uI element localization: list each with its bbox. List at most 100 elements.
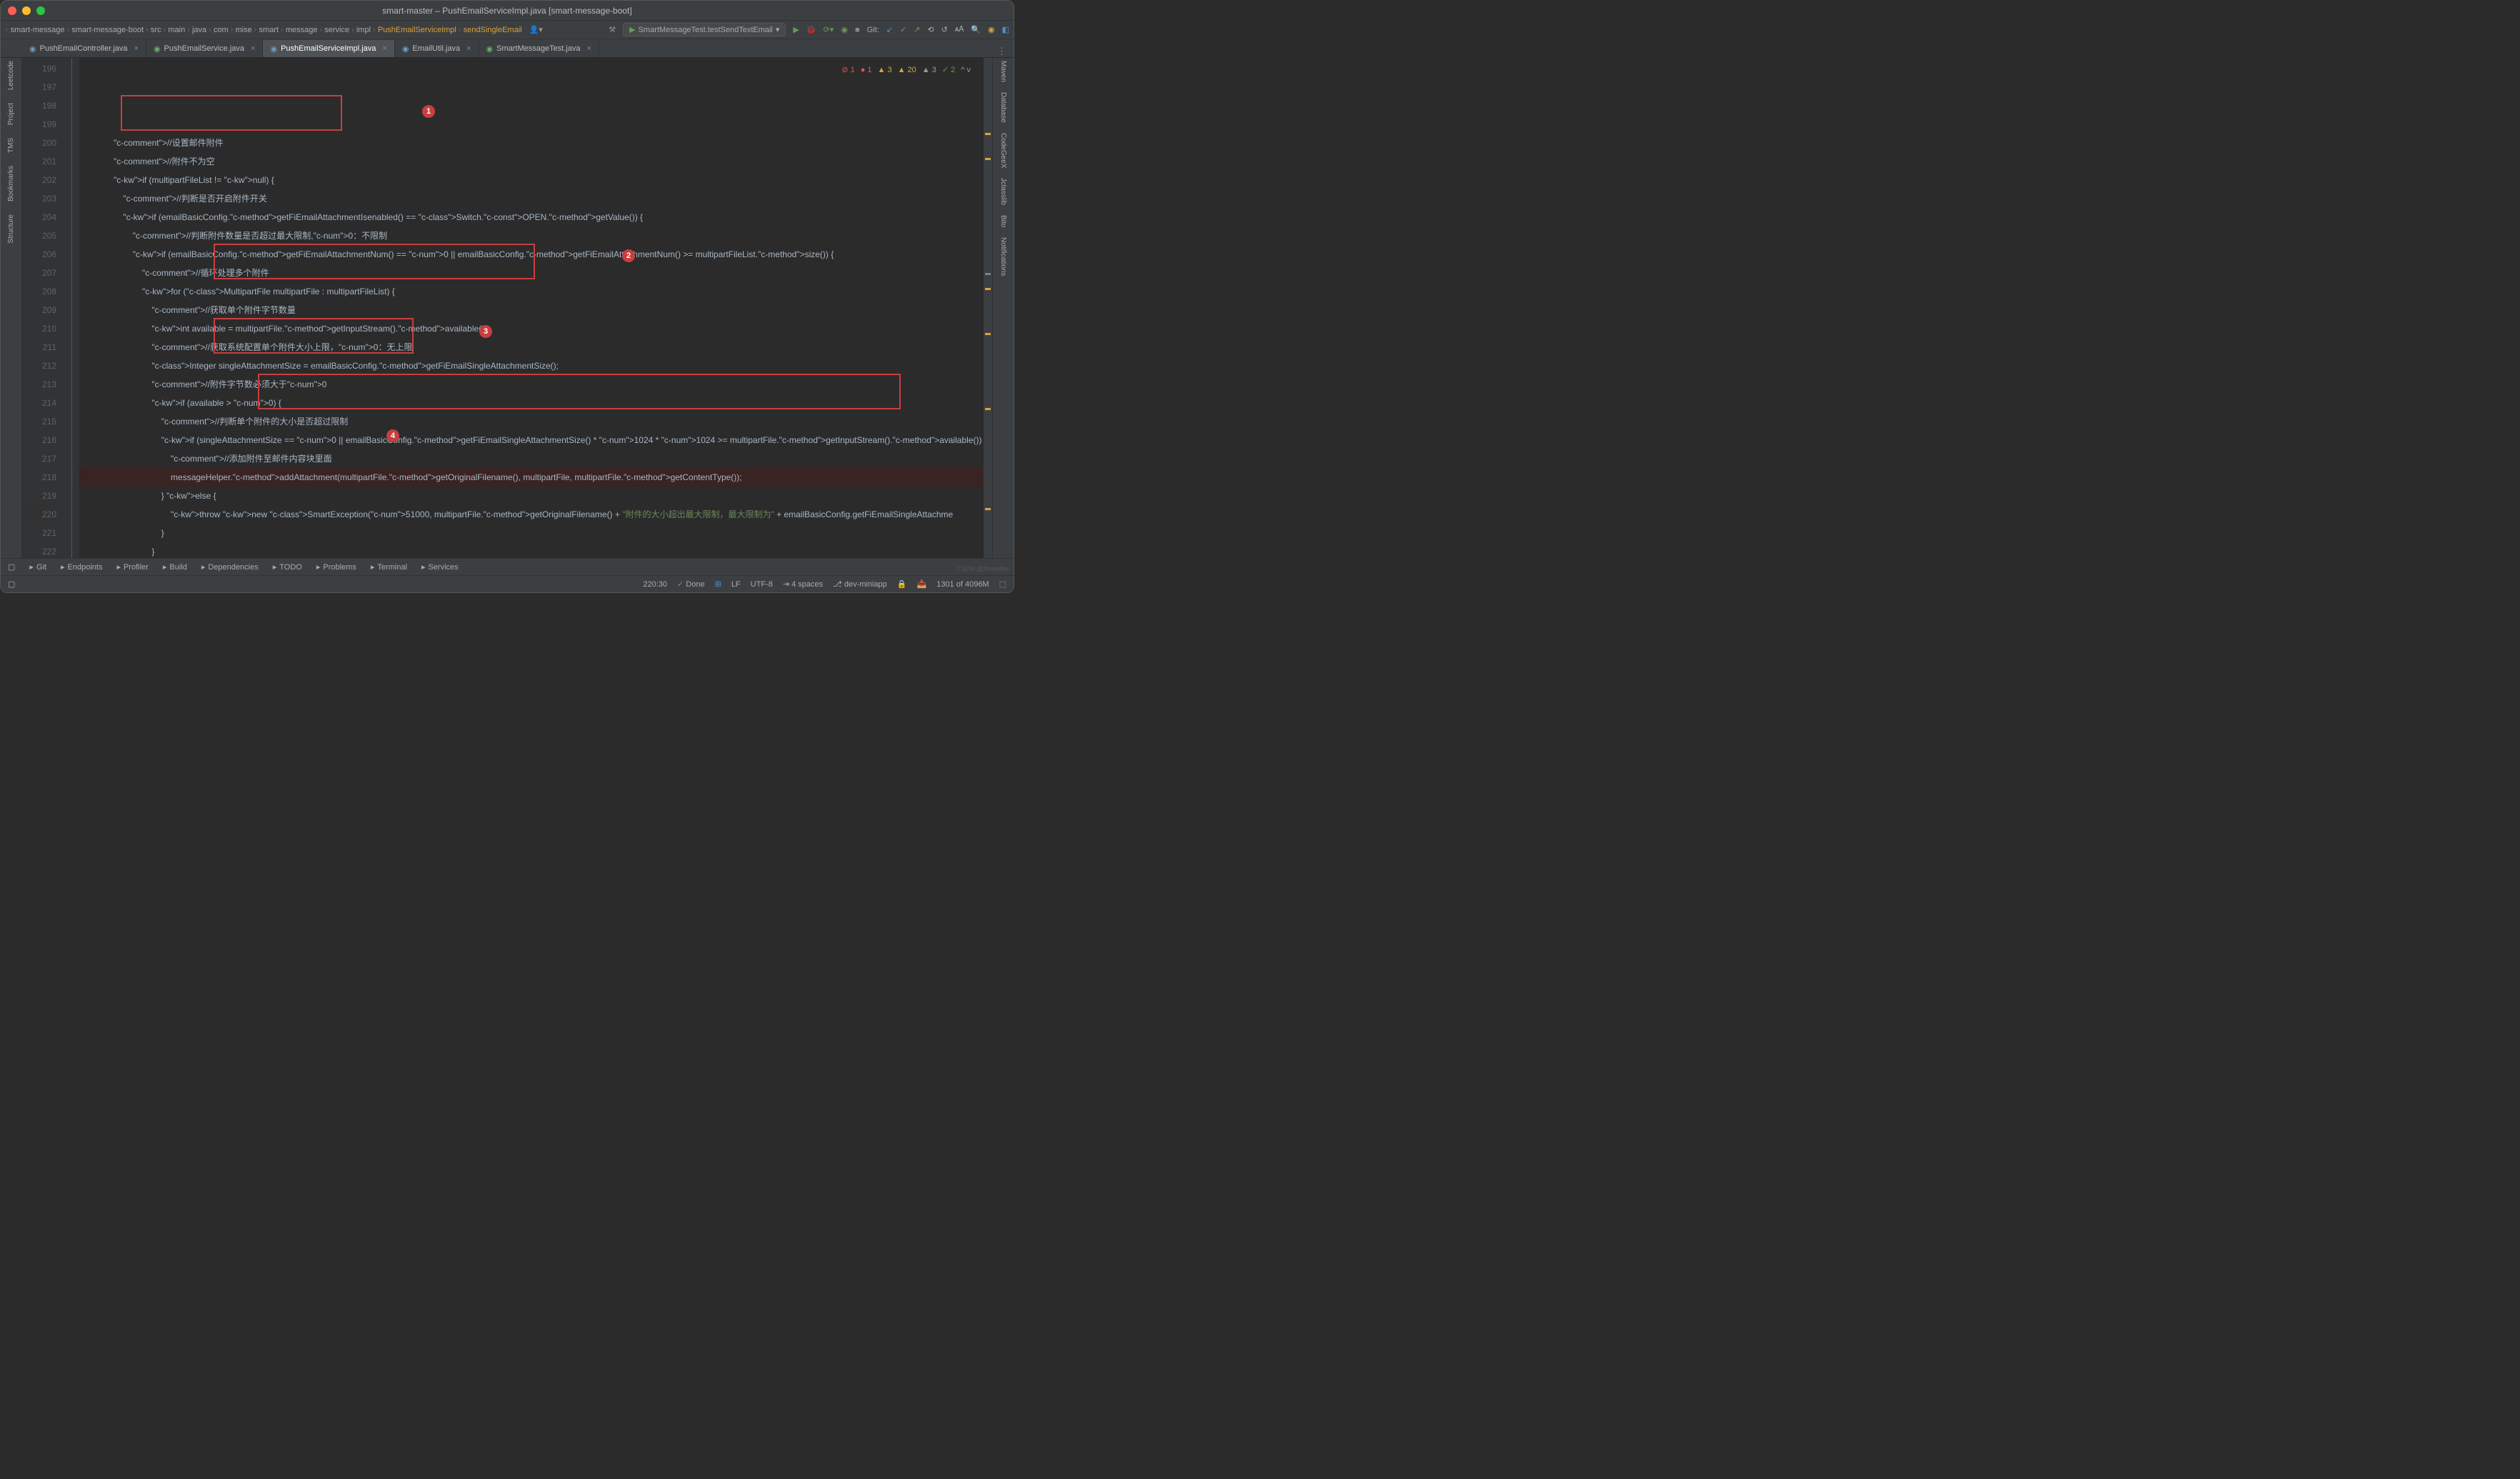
line-number[interactable]: 196 bbox=[22, 59, 56, 78]
code-line[interactable]: messageHelper."c-method">addAttachment(m… bbox=[79, 468, 992, 487]
tool-tms[interactable]: TMS bbox=[7, 138, 15, 153]
code-area[interactable]: ⊘ 1 ● 1 ▲ 3 ▲ 20 ▲ 3 ✓ 2 ^ v "c-comment"… bbox=[79, 58, 992, 558]
line-number[interactable]: 199 bbox=[22, 115, 56, 134]
close-window[interactable] bbox=[8, 6, 16, 15]
code-line[interactable]: } bbox=[79, 542, 992, 558]
tool-profiler[interactable]: ▸Profiler bbox=[116, 562, 148, 572]
line-number[interactable]: 218 bbox=[22, 468, 56, 487]
spacer-icon[interactable]: ⬚ bbox=[999, 579, 1006, 589]
code-line[interactable]: "c-comment">//获取单个附件字节数量 bbox=[79, 301, 992, 319]
breadcrumb-item[interactable]: smart bbox=[259, 26, 279, 34]
coverage-icon[interactable]: ⟳▾ bbox=[824, 25, 834, 34]
code-line[interactable]: } "c-kw">else { bbox=[79, 487, 992, 505]
hammer-icon[interactable]: ⚒ bbox=[609, 25, 616, 34]
line-number[interactable]: 202 bbox=[22, 171, 56, 189]
code-line[interactable]: "c-kw">if (available > "c-num">0) { bbox=[79, 394, 992, 412]
encoding[interactable]: UTF-8 bbox=[751, 580, 773, 589]
fold-gutter[interactable] bbox=[65, 58, 79, 558]
tool-database[interactable]: Database bbox=[999, 92, 1007, 123]
code-line[interactable]: "c-comment">//设置邮件附件 bbox=[79, 134, 992, 152]
line-number[interactable]: 208 bbox=[22, 282, 56, 301]
line-number[interactable]: 210 bbox=[22, 319, 56, 338]
profile-icon[interactable]: ◉ bbox=[841, 25, 848, 34]
tool-dependencies[interactable]: ▸Dependencies bbox=[201, 562, 259, 572]
line-number[interactable]: 222 bbox=[22, 542, 56, 558]
breadcrumb-item[interactable]: java bbox=[192, 26, 206, 34]
line-number[interactable]: 200 bbox=[22, 134, 56, 152]
line-number[interactable]: 215 bbox=[22, 412, 56, 431]
tool-build[interactable]: ▸Build bbox=[163, 562, 187, 572]
line-gutter[interactable]: 1961971981992002012022032042052062072082… bbox=[22, 58, 65, 558]
breadcrumb-item[interactable]: smart-message-boot bbox=[71, 26, 144, 34]
tool-problems[interactable]: ▸Problems bbox=[316, 562, 356, 572]
breadcrumb-item[interactable]: smart-message bbox=[11, 26, 65, 34]
commit-icon[interactable]: ✓ bbox=[900, 25, 906, 34]
caret-position[interactable]: 220:30 bbox=[643, 580, 667, 589]
code-line[interactable]: "c-comment">//判断附件数量是否超过最大限制,"c-num">0：不… bbox=[79, 226, 992, 245]
ms-icon[interactable]: ⊞ bbox=[715, 579, 721, 589]
line-sep[interactable]: LF bbox=[731, 580, 741, 589]
history-icon[interactable]: ⟲ bbox=[927, 25, 934, 34]
update-icon[interactable]: ↙ bbox=[886, 25, 893, 34]
tool-todo[interactable]: ▸TODO bbox=[273, 562, 302, 572]
code-line[interactable]: "c-comment">//获取系统配置单个附件大小上限，"c-num">0：无… bbox=[79, 338, 992, 357]
breadcrumb-item[interactable]: PushEmailServiceImpl bbox=[378, 26, 456, 34]
tool-git[interactable]: ▸Git bbox=[29, 562, 46, 572]
breadcrumb-item[interactable]: src bbox=[151, 26, 161, 34]
indent[interactable]: ⇥ 4 spaces bbox=[783, 579, 823, 589]
code-line[interactable]: "c-kw">int available = multipartFile."c-… bbox=[79, 319, 992, 338]
line-number[interactable]: 221 bbox=[22, 524, 56, 542]
tool-services[interactable]: ▸Services bbox=[421, 562, 459, 572]
editor-tab[interactable]: ◉PushEmailServiceImpl.java× bbox=[263, 40, 394, 57]
close-icon[interactable]: × bbox=[587, 44, 591, 53]
memory[interactable]: 1301 of 4096M bbox=[936, 580, 989, 589]
editor-tab[interactable]: ◉PushEmailService.java× bbox=[146, 40, 264, 57]
code-line[interactable]: "c-kw">if (emailBasicConfig."c-method">g… bbox=[79, 245, 992, 264]
line-number[interactable]: 197 bbox=[22, 78, 56, 96]
tool-bookmarks[interactable]: Bookmarks bbox=[7, 166, 15, 201]
line-number[interactable]: 205 bbox=[22, 226, 56, 245]
code-line[interactable]: "c-kw">if (multipartFileList != "c-kw">n… bbox=[79, 171, 992, 189]
line-number[interactable]: 214 bbox=[22, 394, 56, 412]
code-line[interactable]: "c-comment">//判断单个附件的大小是否超过限制 bbox=[79, 412, 992, 431]
breadcrumb-item[interactable]: service bbox=[324, 26, 349, 34]
line-number[interactable]: 201 bbox=[22, 152, 56, 171]
line-number[interactable]: 213 bbox=[22, 375, 56, 394]
code-line[interactable] bbox=[79, 115, 992, 134]
tool-project[interactable]: Project bbox=[7, 103, 15, 125]
code-line[interactable]: "c-kw">throw "c-kw">new "c-class">SmartE… bbox=[79, 505, 992, 524]
run-config-selector[interactable]: ▶ SmartMessageTest.testSendTextEmail ▾ bbox=[623, 23, 786, 36]
code-line[interactable]: "c-kw">if (singleAttachmentSize == "c-nu… bbox=[79, 431, 992, 449]
stop-icon[interactable]: ■ bbox=[855, 26, 860, 34]
close-icon[interactable]: × bbox=[466, 44, 471, 53]
line-number[interactable]: 198 bbox=[22, 96, 56, 115]
tool-notifications[interactable]: Notifications bbox=[999, 237, 1007, 276]
line-number[interactable]: 203 bbox=[22, 189, 56, 208]
breadcrumb-item[interactable]: mise bbox=[236, 26, 252, 34]
lock-icon[interactable]: 🔒 bbox=[897, 579, 907, 589]
breadcrumb-item[interactable]: com bbox=[214, 26, 229, 34]
search-icon[interactable]: 🔍 bbox=[971, 25, 981, 34]
push-icon[interactable]: ↗ bbox=[914, 25, 920, 34]
editor-tab[interactable]: ◉PushEmailController.java× bbox=[22, 40, 146, 57]
code-line[interactable]: } bbox=[79, 524, 992, 542]
line-number[interactable]: 220 bbox=[22, 505, 56, 524]
line-number[interactable]: 206 bbox=[22, 245, 56, 264]
editor-tab[interactable]: ◉EmailUtil.java× bbox=[395, 40, 479, 57]
line-number[interactable]: 211 bbox=[22, 338, 56, 357]
scrollbar[interactable] bbox=[984, 58, 992, 558]
breadcrumb-item[interactable]: sendSingleEmail bbox=[464, 26, 522, 34]
user-icon[interactable]: 👤▾ bbox=[529, 25, 543, 34]
breadcrumb-item[interactable]: message bbox=[286, 26, 318, 34]
git-branch[interactable]: ⎇ dev-miniapp bbox=[833, 579, 887, 589]
tool-codegeex[interactable]: CodeGeeX bbox=[999, 133, 1007, 168]
line-number[interactable]: 216 bbox=[22, 431, 56, 449]
minimize-window[interactable] bbox=[22, 6, 31, 15]
translate-icon[interactable]: 🗚 bbox=[955, 25, 964, 34]
tool-terminal[interactable]: ▸Terminal bbox=[371, 562, 407, 572]
line-number[interactable]: 207 bbox=[22, 264, 56, 282]
code-line[interactable]: "c-comment">//附件不为空 bbox=[79, 152, 992, 171]
plugin-icon[interactable]: ◧ bbox=[1002, 25, 1009, 34]
editor-tab[interactable]: ◉SmartMessageTest.java× bbox=[479, 40, 599, 57]
code-line[interactable]: "c-comment">//附件字节数必须大于"c-num">0 bbox=[79, 375, 992, 394]
